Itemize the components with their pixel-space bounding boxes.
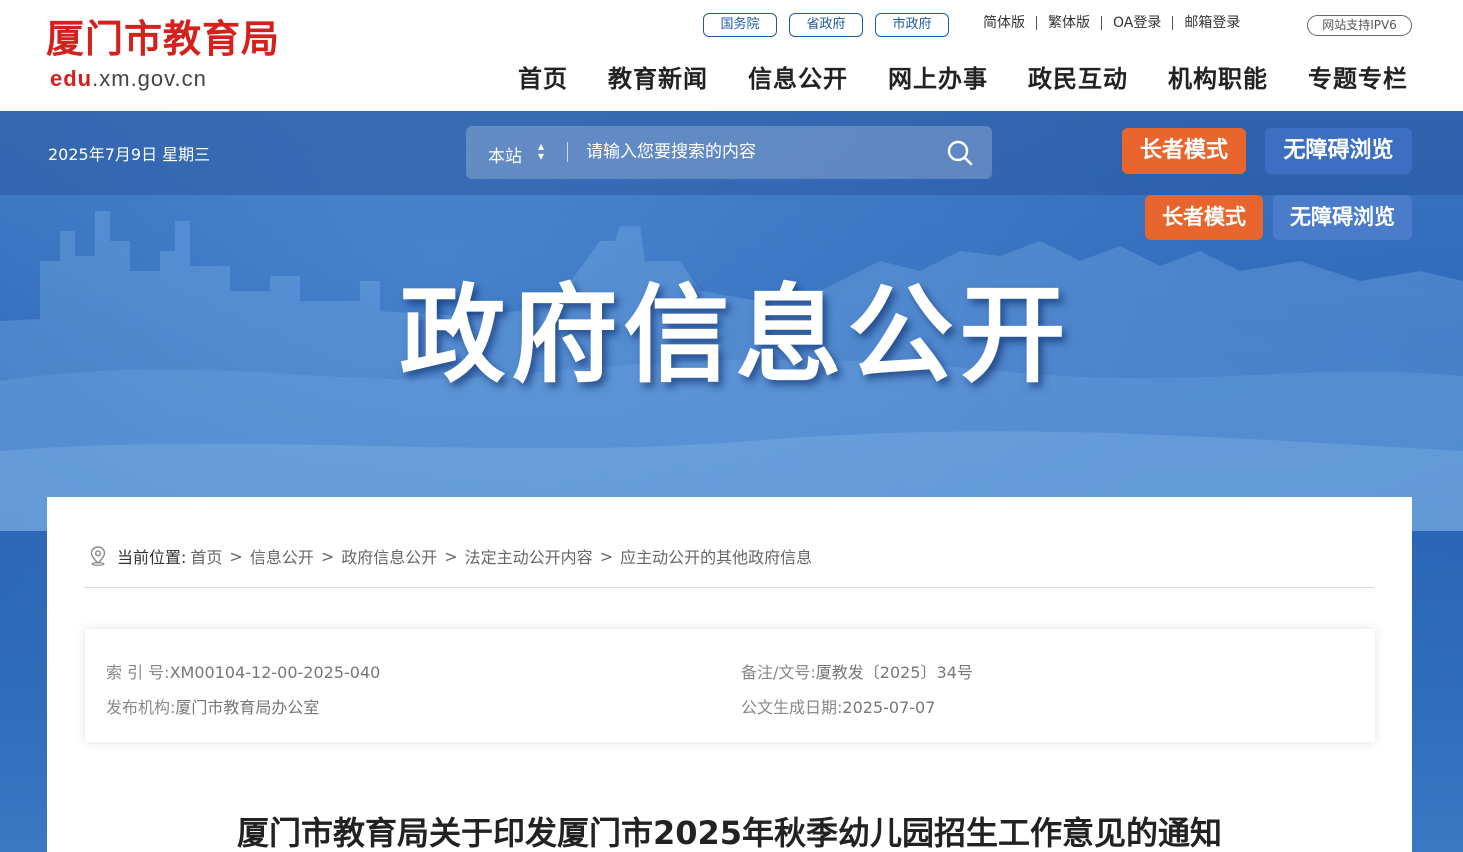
utility-links: 简体版 繁体版 OA登录 邮箱登录 [983,16,1251,30]
gov-links: 国务院 省政府 市政府 [703,13,949,37]
search-input[interactable] [586,136,926,168]
gov-link-city[interactable]: 市政府 [875,13,949,37]
search-box: 本站 ▴ ▾ [466,126,992,179]
site-domain: edu.xm.gov.cn [50,66,207,92]
nav-functions[interactable]: 机构职能 [1168,62,1268,96]
nav-home[interactable]: 首页 [518,62,568,96]
gov-link-state-council[interactable]: 国务院 [703,13,777,37]
content-card: 当前位置: 首页 > 信息公开 > 政府信息公开 > 法定主动公开内容 > 应主… [47,497,1412,852]
breadcrumb-separator: > [599,546,614,566]
breadcrumb-statutory[interactable]: 法定主动公开内容 [465,544,593,568]
site-logo[interactable]: 厦门市教育局 [46,14,280,64]
banner-title: 政府信息公开 [399,274,1072,397]
breadcrumb-home[interactable]: 首页 [190,544,222,568]
current-date: 2025年7月9日 星期三 [48,145,211,164]
nav-news[interactable]: 教育新闻 [608,62,708,96]
breadcrumb-separator: > [320,546,335,566]
updown-arrow-icon[interactable]: ▴ ▾ [538,140,544,162]
gov-link-province[interactable]: 省政府 [789,13,863,37]
breadcrumb: 当前位置: 首页 > 信息公开 > 政府信息公开 > 法定主动公开内容 > 应主… [89,544,812,568]
main-nav: 首页 教育新闻 信息公开 网上办事 政民互动 机构职能 专题专栏 [518,62,1408,96]
meta-publisher-key: 发布机构: [106,698,176,717]
simplified-link[interactable]: 简体版 [983,16,1036,30]
location-pin-icon [90,546,106,566]
search-separator [567,142,568,162]
breadcrumb-other-info[interactable]: 应主动公开的其他政府信息 [620,544,812,568]
breadcrumb-label: 当前位置: [117,548,187,567]
nav-online-services[interactable]: 网上办事 [888,62,988,96]
elder-mode-button-secondary[interactable]: 长者模式 [1145,195,1263,240]
meta-docno-value: 厦教发〔2025〕34号 [815,663,973,682]
meta-date-key: 公文生成日期: [741,698,843,717]
site-domain-rest: .xm.gov.cn [92,66,207,91]
breadcrumb-gov-info[interactable]: 政府信息公开 [341,544,437,568]
document-meta: 索 引 号:XM00104-12-00-2025-040 备注/文号:厦教发〔2… [85,629,1375,742]
mail-login-link[interactable]: 邮箱登录 [1172,16,1251,30]
breadcrumb-divider [84,587,1374,588]
document-title: 厦门市教育局关于印发厦门市2025年秋季幼儿园招生工作意见的通知 [236,814,1223,852]
accessible-mode-button-secondary[interactable]: 无障碍浏览 [1273,195,1412,240]
accessible-mode-button[interactable]: 无障碍浏览 [1265,128,1412,174]
meta-publisher-value: 厦门市教育局办公室 [175,698,320,717]
meta-doc-number: 备注/文号:厦教发〔2025〕34号 [741,659,973,683]
meta-index-value: XM00104-12-00-2025-040 [169,663,381,682]
meta-publisher: 发布机构:厦门市教育局办公室 [106,694,319,718]
ipv6-badge: 网站支持IPV6 [1307,15,1412,36]
search-scope-select[interactable]: 本站 [488,142,522,167]
nav-topics[interactable]: 专题专栏 [1308,62,1408,96]
breadcrumb-separator: > [229,546,243,566]
breadcrumb-info-disclosure[interactable]: 信息公开 [250,544,314,568]
nav-interaction[interactable]: 政民互动 [1028,62,1128,96]
meta-index-key: 索 引 号: [106,663,170,682]
elder-mode-button[interactable]: 长者模式 [1122,128,1246,174]
site-header: 厦门市教育局 edu.xm.gov.cn 国务院 省政府 市政府 简体版 繁体版… [0,0,1463,111]
meta-index-number: 索 引 号:XM00104-12-00-2025-040 [106,659,380,683]
nav-info-disclosure[interactable]: 信息公开 [748,62,848,96]
meta-date-value: 2025-07-07 [842,698,936,717]
search-icon[interactable] [946,139,974,167]
site-domain-edu: edu [50,66,93,91]
breadcrumb-separator: > [444,546,458,566]
meta-generated-date: 公文生成日期:2025-07-07 [741,694,935,718]
oa-login-link[interactable]: OA登录 [1101,16,1172,30]
traditional-link[interactable]: 繁体版 [1036,16,1101,30]
meta-docno-key: 备注/文号: [741,663,816,682]
